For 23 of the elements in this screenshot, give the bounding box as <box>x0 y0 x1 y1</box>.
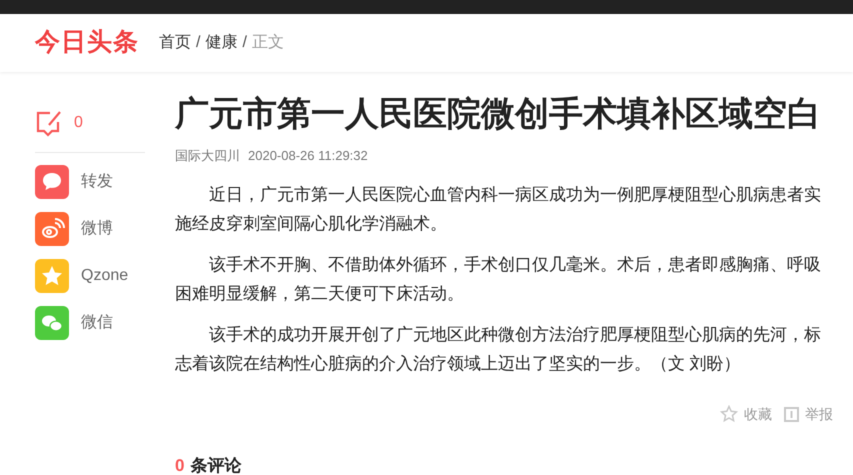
breadcrumb-separator: / <box>196 33 200 53</box>
flag-box-icon <box>784 406 799 422</box>
article-time: 2020-08-26 11:29:32 <box>248 147 368 165</box>
article-title: 广元市第一人民医院微创手术填补区域空白 <box>175 94 822 135</box>
share-label[interactable]: Qzone <box>81 264 128 288</box>
breadcrumb-separator: / <box>242 33 247 53</box>
article-paragraph: 近日，广元市第一人民医院心血管内科一病区成功为一例肥厚梗阻型心肌病患者实施经皮穿刺室间隔心肌化学消融术。 <box>175 184 822 234</box>
article-paragraph: 该手术不开胸、不借助体外循环，手术创口仅几毫米。术后，患者即感胸痛、呼吸困难明显缓解，第二天便可下床活动。 <box>175 254 822 304</box>
speech-bubble-icon[interactable] <box>35 165 69 199</box>
star-icon <box>720 405 738 423</box>
share-label[interactable]: 转发 <box>81 170 113 194</box>
article-source[interactable]: 国际大四川 <box>175 146 240 166</box>
breadcrumb-link[interactable]: 首页 <box>159 31 191 55</box>
comment-total: 0 <box>175 454 184 475</box>
comment-count: 0 <box>74 113 83 133</box>
article-paragraph: 该手术的成功开展开创了广元地区此种微创方法治疗肥厚梗阻型心肌病的先河，标志着该院在结构性心脏病的介入治疗领域上迈出了坚实的一步。（文 刘盼） <box>175 324 822 374</box>
comments-heading: 条评论 <box>190 454 242 475</box>
share-label[interactable]: 微博 <box>81 217 113 241</box>
eye-swirl-icon[interactable] <box>35 212 69 246</box>
breadcrumb-link[interactable]: 健康 <box>205 31 238 55</box>
share-label[interactable]: 微信 <box>81 311 113 335</box>
logo[interactable]: 今日头条 <box>35 24 139 62</box>
chat-bubbles-icon[interactable] <box>35 306 69 340</box>
